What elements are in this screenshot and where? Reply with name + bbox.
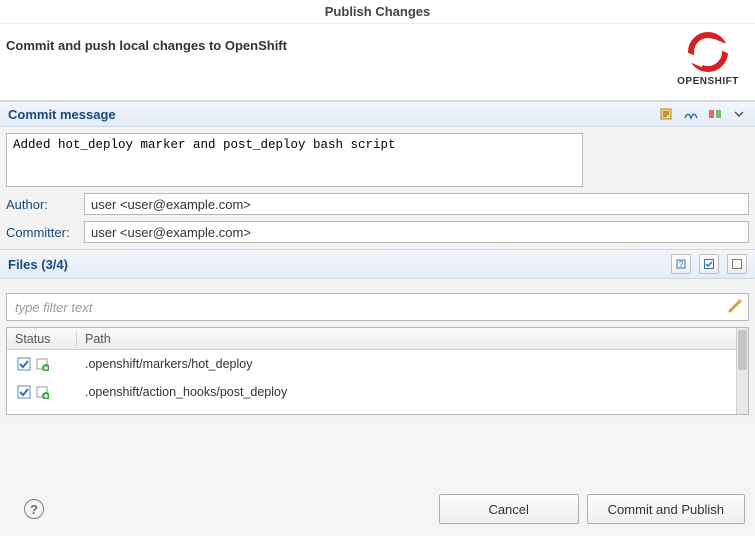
row-status [7, 385, 77, 399]
checkbox-icon[interactable] [17, 385, 31, 399]
commit-section-title: Commit message [8, 107, 659, 122]
status-add-icon [35, 385, 49, 399]
files-section-header: Files (3/4) ? [0, 249, 755, 279]
row-path: .openshift/markers/hot_deploy [77, 357, 748, 371]
openshift-logo: OPENSHIFT [671, 32, 745, 87]
files-table: Status Path .openshift/markers/hot_deplo… [6, 327, 749, 415]
status-add-icon [35, 357, 49, 371]
author-input[interactable] [84, 193, 749, 215]
row-path: .openshift/action_hooks/post_deploy [77, 385, 748, 399]
help-icon[interactable]: ? [24, 499, 44, 519]
committer-label: Committer: [6, 225, 84, 240]
committer-input[interactable] [84, 221, 749, 243]
row-status [7, 357, 77, 371]
scrollbar[interactable] [736, 328, 748, 414]
signoff-icon[interactable] [683, 106, 699, 122]
changeid-icon[interactable] [707, 106, 723, 122]
files-body: Status Path .openshift/markers/hot_deplo… [0, 279, 755, 421]
commit-message-input[interactable] [6, 133, 583, 187]
column-path[interactable]: Path [77, 332, 748, 346]
dialog-header: Commit and push local changes to OpenShi… [0, 24, 755, 100]
table-row[interactable]: .openshift/action_hooks/post_deploy [7, 378, 748, 406]
files-section-title: Files (3/4) [8, 257, 671, 272]
cancel-button[interactable]: Cancel [439, 494, 579, 524]
commit-publish-button[interactable]: Commit and Publish [587, 494, 745, 524]
table-row[interactable]: .openshift/markers/hot_deploy [7, 350, 748, 378]
filter-input[interactable] [6, 293, 749, 321]
dialog-subtitle: Commit and push local changes to OpenShi… [6, 38, 741, 53]
openshift-wordmark: OPENSHIFT [671, 76, 745, 87]
dropdown-icon[interactable] [731, 106, 747, 122]
dialog-footer: ? Cancel Commit and Publish [0, 482, 755, 536]
column-status[interactable]: Status [7, 332, 77, 346]
clear-filter-icon[interactable] [727, 298, 743, 314]
commit-body: Author: Committer: [0, 127, 755, 249]
checkbox-icon[interactable] [17, 357, 31, 371]
deselect-all-button[interactable] [727, 254, 747, 274]
select-all-button[interactable] [699, 254, 719, 274]
amend-icon[interactable] [659, 106, 675, 122]
window-title: Publish Changes [0, 0, 755, 24]
author-label: Author: [6, 197, 84, 212]
show-untracked-button[interactable]: ? [671, 254, 691, 274]
files-table-header: Status Path [7, 328, 748, 350]
commit-section-header: Commit message [0, 101, 755, 127]
svg-text:?: ? [679, 260, 684, 269]
